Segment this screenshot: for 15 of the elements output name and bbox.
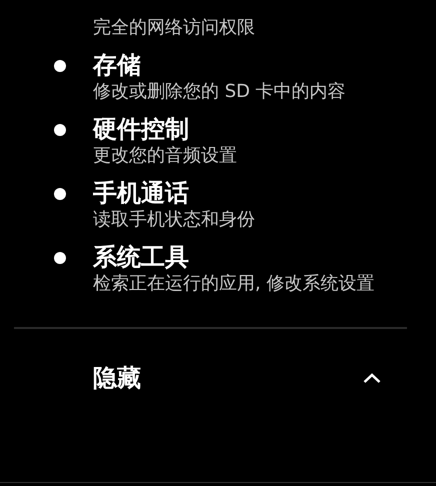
permission-title: 硬件控制 — [93, 114, 190, 144]
bullet-icon — [54, 60, 66, 72]
permission-description: 检索正在运行的应用, 修改系统设置 — [93, 272, 376, 295]
permission-title: 手机通话 — [93, 178, 190, 208]
chevron-up-icon — [363, 373, 381, 383]
permission-description: 读取手机状态和身份 — [93, 208, 256, 231]
permission-description: 完全的网络访问权限 — [93, 16, 256, 40]
permission-title: 存储 — [93, 50, 142, 80]
permission-title: 系统工具 — [93, 242, 190, 272]
permission-description: 更改您的音频设置 — [93, 144, 238, 167]
hide-toggle[interactable]: 隐藏 — [0, 361, 436, 395]
permission-description: 修改或删除您的 SD 卡中的内容 — [93, 80, 347, 103]
bullet-icon — [54, 188, 66, 200]
bullet-icon — [54, 252, 66, 264]
bullet-icon — [54, 124, 66, 136]
